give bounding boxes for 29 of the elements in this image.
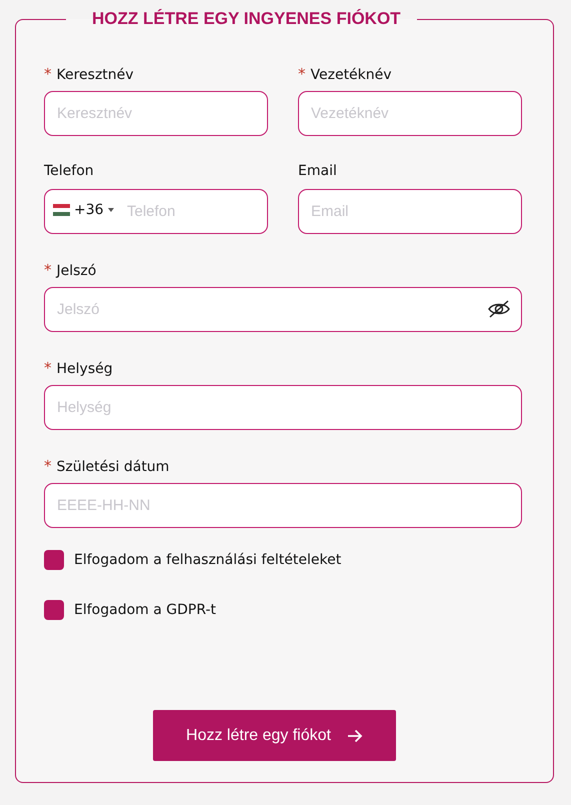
country-code-dropdown[interactable]: +36 xyxy=(53,202,114,218)
flag-icon xyxy=(53,204,70,216)
checkbox[interactable] xyxy=(44,600,64,620)
form-title: HOZZ LÉTRE EGY INGYENES FIÓKOT xyxy=(91,9,402,29)
required-asterisk: * xyxy=(298,65,306,83)
checkbox-label: Elfogadom a felhasználási feltételeket xyxy=(74,552,342,568)
field-label: Jelszó xyxy=(56,263,96,279)
field-label: Email xyxy=(298,163,337,179)
text-field[interactable]: Helység xyxy=(44,385,522,430)
create-account-button[interactable]: Hozz létre egy fiókot xyxy=(153,710,396,761)
field-label: Születési dátum xyxy=(56,459,170,475)
eye-slash-icon[interactable] xyxy=(487,299,511,319)
required-asterisk: * xyxy=(44,457,52,475)
required-asterisk: * xyxy=(44,261,52,279)
arrow-right-icon xyxy=(346,728,363,742)
text-field[interactable]: Keresztnév xyxy=(44,91,268,136)
field-label: Helység xyxy=(56,361,113,377)
required-asterisk: * xyxy=(44,359,52,377)
required-asterisk: * xyxy=(44,65,52,83)
field-label: Telefon xyxy=(44,163,94,179)
checkbox[interactable] xyxy=(44,550,64,570)
checkbox-label: Elfogadom a GDPR-t xyxy=(74,602,216,618)
field-label: Keresztnév xyxy=(56,67,134,83)
text-field[interactable]: Vezetéknév xyxy=(298,91,522,136)
field-label: Vezetéknév xyxy=(310,67,392,83)
text-field[interactable]: Email xyxy=(298,189,522,234)
text-field[interactable]: EEEE-HH-NN xyxy=(44,483,522,528)
caret-icon xyxy=(108,208,114,212)
password-field[interactable]: Jelszó xyxy=(44,287,522,332)
